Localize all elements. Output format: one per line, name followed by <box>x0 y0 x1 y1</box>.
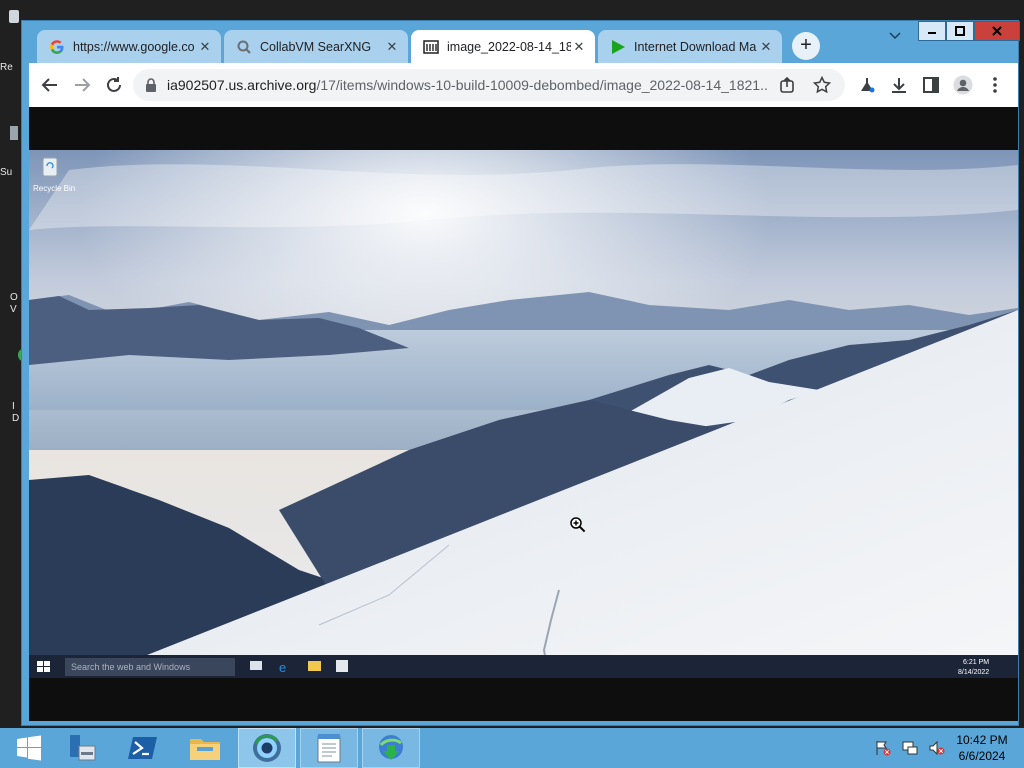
tab-searxng[interactable]: CollabVM SearXNG ✕ <box>224 30 408 63</box>
host-taskbar: 10:42 PM 6/6/2024 <box>0 728 1024 768</box>
volume-muted-icon[interactable] <box>928 740 946 756</box>
recycle-bin-icon <box>9 10 19 23</box>
bookmark-star-icon[interactable] <box>812 75 832 99</box>
app-icon <box>10 126 18 140</box>
new-tab-button[interactable]: + <box>792 32 820 60</box>
tab-strip: https://www.google.co ✕ CollabVM SearXNG… <box>22 21 1020 63</box>
tab-idm[interactable]: Internet Download Ma ✕ <box>598 30 782 63</box>
profile-avatar-icon[interactable] <box>953 75 973 95</box>
menu-kebab-icon[interactable] <box>985 75 1005 95</box>
inner-recycle-bin-label: Recycle Bin <box>33 184 75 193</box>
tab-title: CollabVM SearXNG <box>260 39 372 54</box>
searxng-icon <box>236 39 252 55</box>
tab-archive-image[interactable]: image_2022-08-14_18 ✕ <box>411 30 595 63</box>
tab-google[interactable]: https://www.google.co ✕ <box>37 30 221 63</box>
google-g-icon <box>49 39 65 55</box>
close-tab-icon[interactable]: ✕ <box>571 39 587 55</box>
zoom-in-cursor-icon <box>570 517 586 533</box>
network-icon[interactable] <box>901 740 919 756</box>
reload-icon[interactable] <box>104 75 124 95</box>
inner-search-placeholder: Search the web and Windows <box>71 662 191 672</box>
inner-task-view-icon <box>250 661 262 670</box>
file-explorer-icon <box>190 739 220 760</box>
system-tray <box>870 728 950 768</box>
idm-play-icon <box>610 39 626 55</box>
close-window-button[interactable] <box>974 21 1020 41</box>
forward-arrow-icon[interactable] <box>72 75 92 95</box>
share-icon[interactable] <box>779 76 797 99</box>
inner-recycle-bin-icon <box>42 157 58 177</box>
tab-title: image_2022-08-14_18 <box>447 39 571 54</box>
inner-ie-icon: e <box>279 660 286 675</box>
notepad-icon <box>317 734 341 763</box>
close-tab-icon[interactable]: ✕ <box>384 39 400 55</box>
inner-store-icon <box>336 660 348 672</box>
taskbar-file-explorer[interactable] <box>176 728 234 768</box>
side-panel-icon[interactable] <box>921 75 941 95</box>
minimize-button[interactable] <box>918 21 946 41</box>
page-viewport: Recycle Bin Search the web and Windows e… <box>29 107 1018 721</box>
labs-flask-icon[interactable] <box>857 75 877 95</box>
close-tab-icon[interactable]: ✕ <box>197 39 213 55</box>
taskbar-clock[interactable]: 10:42 PM 6/6/2024 <box>950 732 1014 764</box>
taskbar-server-manager[interactable] <box>52 728 110 768</box>
lock-icon <box>146 78 156 92</box>
action-center-flag-icon[interactable] <box>874 740 892 756</box>
back-arrow-icon[interactable] <box>40 75 60 95</box>
clock-time: 10:42 PM <box>956 733 1008 747</box>
download-icon[interactable] <box>889 75 909 95</box>
mountain-landscape-image: Recycle Bin Search the web and Windows e… <box>29 150 1018 678</box>
powershell-icon <box>128 737 157 759</box>
taskbar-internet-download-manager[interactable] <box>362 728 420 768</box>
maximize-button[interactable] <box>946 21 974 41</box>
taskbar-chrome[interactable] <box>238 728 296 768</box>
chrome-icon <box>253 734 281 762</box>
address-bar[interactable]: ia902507.us.archive.org/17/items/windows… <box>133 69 845 101</box>
url-path: /17/items/windows-10-build-10009-debombe… <box>316 77 767 93</box>
start-button[interactable] <box>0 728 58 768</box>
browser-window: https://www.google.co ✕ CollabVM SearXNG… <box>21 20 1020 726</box>
displayed-image[interactable]: Recycle Bin Search the web and Windows e… <box>29 150 1018 678</box>
tab-title: Internet Download Ma <box>634 39 757 54</box>
tab-search-chevron-icon[interactable] <box>888 29 904 45</box>
taskbar-notepad[interactable] <box>300 728 358 768</box>
browser-toolbar: ia902507.us.archive.org/17/items/windows… <box>29 63 1018 107</box>
inner-explorer-icon <box>308 661 321 671</box>
inner-clock-date: 8/14/2022 <box>958 669 989 676</box>
url-host: ia902507.us.archive.org <box>167 77 317 93</box>
close-tab-icon[interactable]: ✕ <box>758 39 774 55</box>
url-text[interactable]: ia902507.us.archive.org/17/items/windows… <box>167 77 767 93</box>
tab-title: https://www.google.co <box>73 39 195 54</box>
windows-start-icon <box>17 735 41 761</box>
archive-org-icon <box>423 39 439 55</box>
server-manager-icon <box>70 735 96 761</box>
internet-download-manager-icon <box>379 735 403 760</box>
inner-clock-time: 6:21 PM <box>963 659 989 666</box>
clock-date: 6/6/2024 <box>958 749 1006 763</box>
taskbar-powershell[interactable] <box>114 728 172 768</box>
